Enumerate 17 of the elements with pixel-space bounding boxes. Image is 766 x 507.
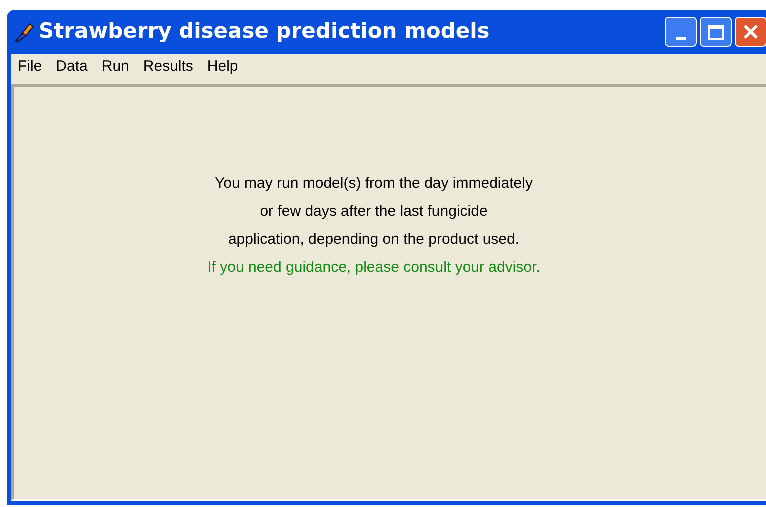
close-button[interactable] bbox=[735, 17, 766, 47]
advice-text: If you need guidance, please consult your advisor. bbox=[208, 258, 540, 278]
menu-item[interactable]: Run bbox=[96, 56, 134, 78]
paintbrush-icon bbox=[13, 21, 35, 43]
minimize-icon bbox=[676, 37, 686, 40]
message-text: You may run model(s) from the day immediately bbox=[215, 174, 533, 194]
message-text: application, depending on the product used. bbox=[228, 230, 520, 250]
maximize-icon bbox=[708, 24, 724, 40]
menu-item[interactable]: Help bbox=[202, 56, 244, 78]
window-title: Strawberry disease prediction models bbox=[39, 18, 490, 46]
message-text: or few days after the last fungicide bbox=[260, 202, 488, 222]
maximize-button[interactable] bbox=[700, 17, 732, 47]
minimize-button[interactable] bbox=[665, 17, 697, 47]
close-icon bbox=[743, 24, 759, 40]
menu-item[interactable]: File bbox=[13, 56, 48, 78]
menu-item[interactable]: Results bbox=[138, 56, 198, 78]
menu-item[interactable]: Data bbox=[51, 56, 93, 78]
